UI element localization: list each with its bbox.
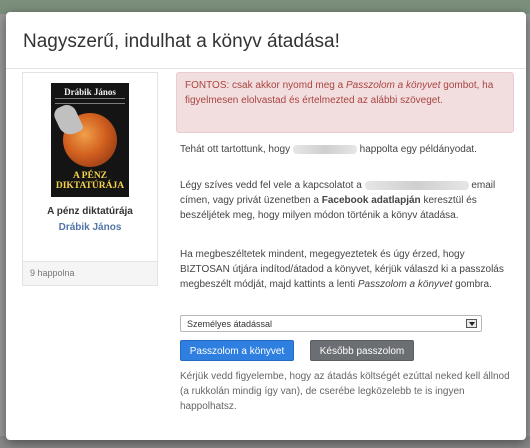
- pass-button-reference: Passzolom a könyvet: [357, 279, 453, 290]
- chevron-down-icon[interactable]: [466, 319, 477, 328]
- pass-book-button[interactable]: Passzolom a könyvet: [180, 340, 294, 361]
- book-author-link[interactable]: Drábik János: [23, 222, 157, 233]
- pass-book-modal: Nagyszerű, indulhat a könyv átadása! Drá…: [6, 12, 526, 440]
- happol-notice-after: happolta egy példányodat.: [356, 144, 477, 155]
- cover-author-text: Drábik János: [64, 87, 116, 97]
- happol-count: 9 happolna: [30, 268, 75, 278]
- book-title: A pénz diktatúrája: [47, 206, 133, 217]
- happol-notice: Tehát ott tartottunk, hogy happolta egy …: [180, 142, 510, 157]
- alert-button-reference: Passzolom a könyvet: [345, 80, 441, 91]
- cover-subtitle-band: [55, 98, 125, 104]
- contact-instructions: Légy szíves vedd fel vele a kapcsolatot …: [180, 178, 510, 223]
- book-card-footer: 9 happolna: [23, 261, 157, 285]
- book-cover-image[interactable]: Drábik János A PÉNZ DIKTATÚRÁJA: [51, 83, 129, 197]
- cover-title-text: A PÉNZ DIKTATÚRÁJA: [55, 171, 125, 191]
- redacted-email: [364, 180, 469, 190]
- pass-later-button[interactable]: Később passzolom: [310, 340, 414, 361]
- handover-method-value: Személyes átadással: [187, 319, 273, 329]
- redacted-username: [292, 144, 357, 154]
- important-alert: FONTOS: csak akkor nyomd meg a Passzolom…: [176, 72, 514, 133]
- cost-notice: Kérjük vedd figyelembe, hogy az átadás k…: [180, 371, 510, 412]
- facebook-profile-link[interactable]: Facebook adatlapján: [322, 195, 421, 206]
- alert-text-1: FONTOS: csak akkor nyomd meg a: [185, 80, 346, 91]
- pass-instructions-after: gombra.: [452, 279, 492, 290]
- book-card: Drábik János A PÉNZ DIKTATÚRÁJA A pénz d…: [22, 72, 158, 286]
- modal-title: Nagyszerű, indulhat a könyv átadása!: [23, 31, 340, 52]
- pass-instructions: Ha megbeszéltetek mindent, megegyeztetek…: [180, 247, 510, 292]
- handover-method-select[interactable]: Személyes átadással: [180, 315, 482, 332]
- title-divider: [6, 68, 526, 69]
- happol-notice-before: Tehát ott tartottunk, hogy: [180, 144, 293, 155]
- contact-text-before: Légy szíves vedd fel vele a kapcsolatot …: [180, 180, 365, 191]
